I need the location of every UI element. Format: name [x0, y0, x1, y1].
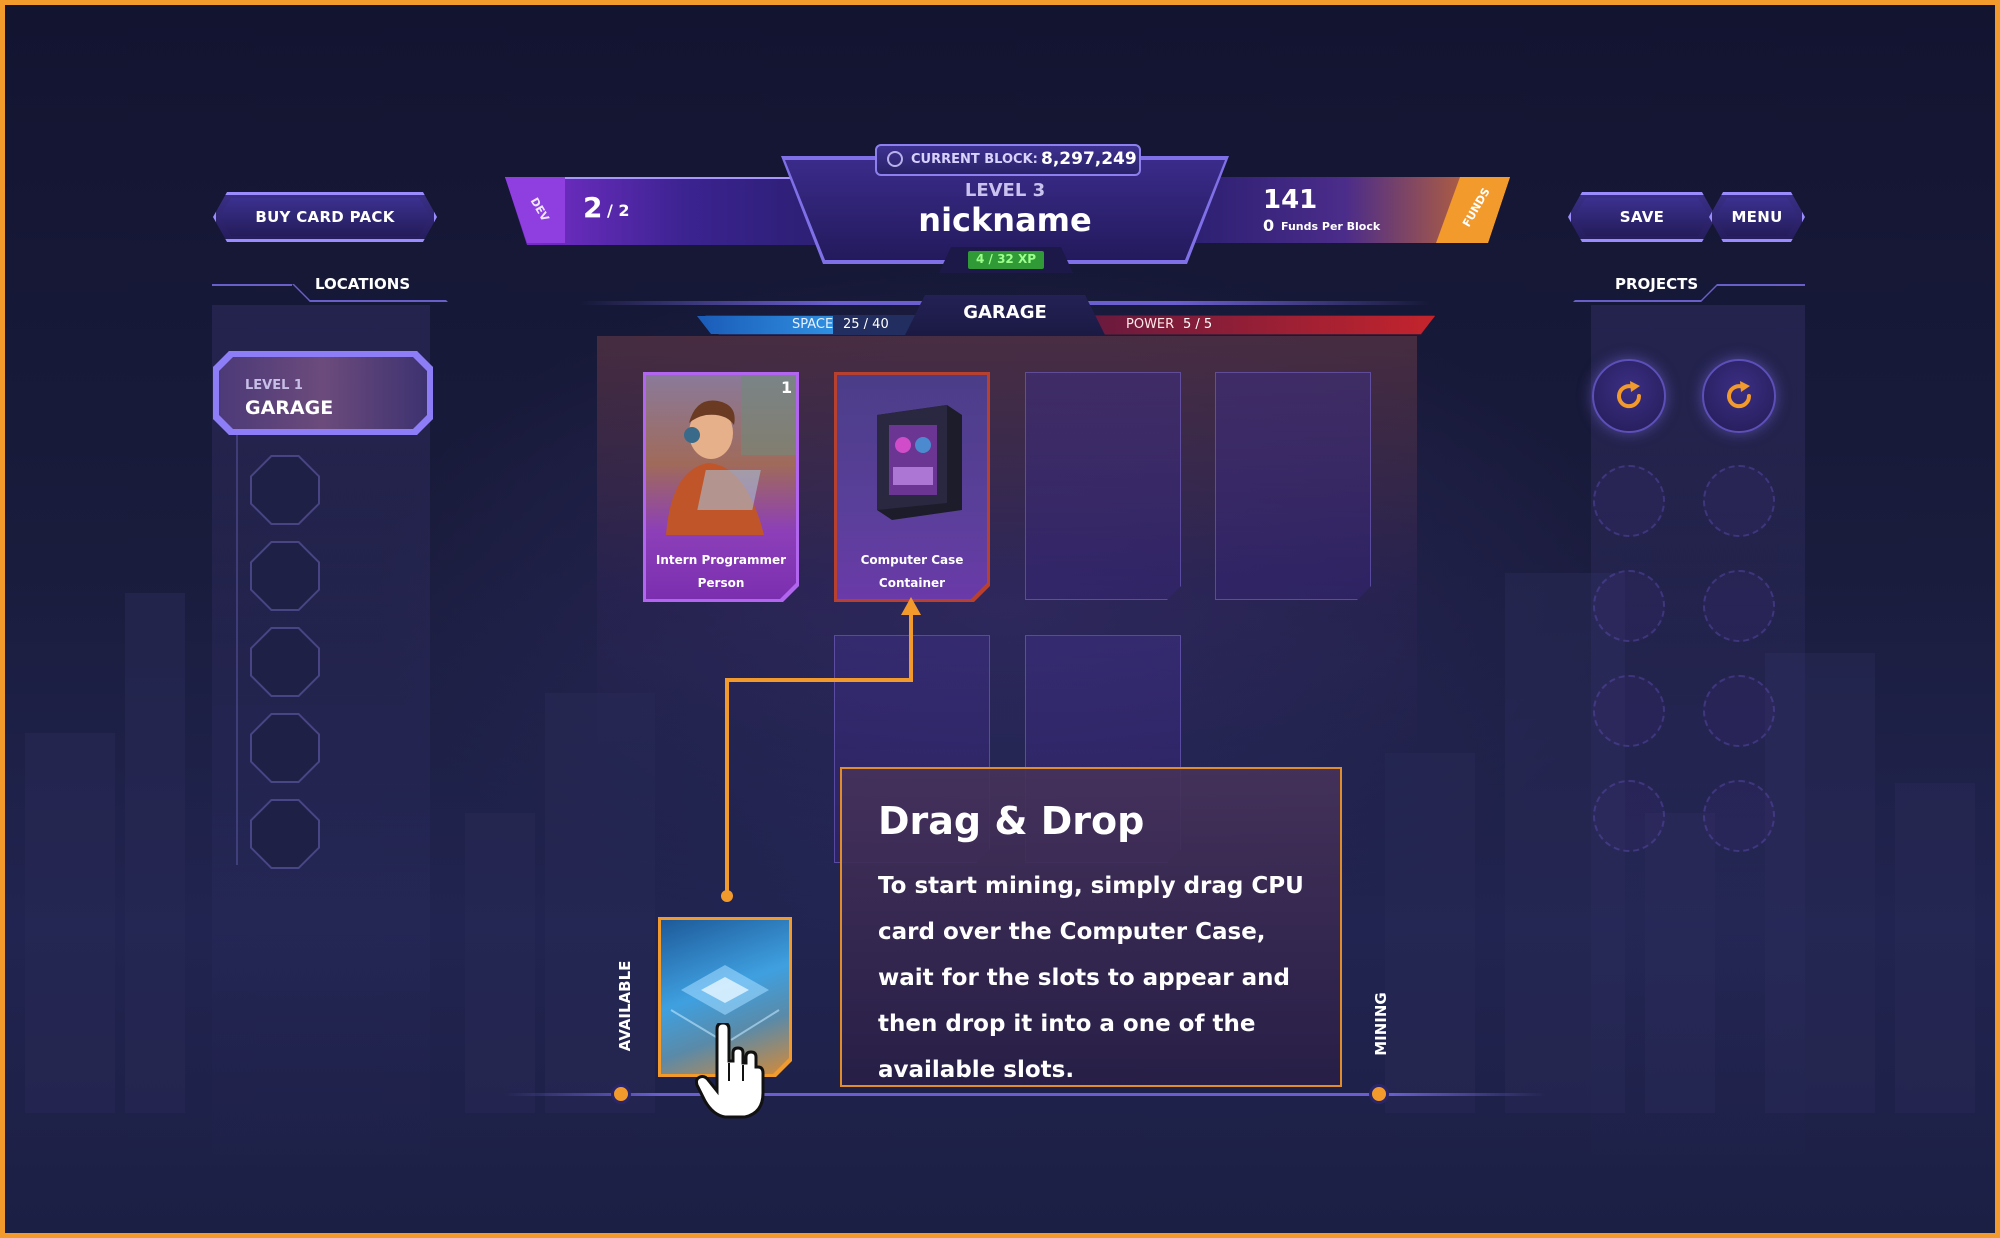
- refresh-icon: [1617, 381, 1642, 409]
- programmer-illustration: [646, 375, 796, 535]
- space-label: SPACE: [792, 317, 834, 332]
- buy-card-pack-label: BUY CARD PACK: [255, 208, 395, 226]
- location-name: GARAGE: [245, 397, 334, 419]
- menu-label: MENU: [1731, 208, 1783, 226]
- mining-label: MINING: [1372, 992, 1390, 1056]
- block-icon: [887, 151, 903, 167]
- card-intern-name: Intern Programmer: [655, 553, 787, 567]
- mining-marker: [1369, 1084, 1389, 1104]
- save-button[interactable]: SAVE: [1568, 192, 1716, 242]
- funds-value: 141: [1263, 185, 1318, 215]
- power-value: 5 / 5: [1183, 317, 1213, 332]
- xp-text: 4 / 32 XP: [975, 252, 1036, 266]
- card-slot[interactable]: [1215, 372, 1371, 600]
- locations-title: LOCATIONS: [315, 275, 411, 293]
- refresh-icon: [1727, 381, 1752, 409]
- project-slot: [1593, 675, 1665, 747]
- available-marker: [611, 1084, 631, 1104]
- card-count: 1: [781, 378, 793, 397]
- project-slot: [1593, 465, 1665, 537]
- location-slot-4: [252, 715, 318, 781]
- project-slot: [1703, 465, 1775, 537]
- card-slot[interactable]: [1025, 372, 1181, 600]
- game-screen: BUY CARD PACK SAVE MENU DEV 2 / 2 FUNDS …: [0, 0, 2000, 1238]
- project-refresh-button-2[interactable]: [1702, 359, 1776, 433]
- tutorial-title: Drag & Drop: [878, 799, 1145, 843]
- project-slot: [1703, 570, 1775, 642]
- project-slot: [1593, 570, 1665, 642]
- project-slot: [1593, 780, 1665, 852]
- location-slot-5: [252, 801, 318, 867]
- location-level: LEVEL 1: [245, 378, 303, 393]
- funds-per-block-label: Funds Per Block: [1281, 220, 1381, 233]
- tutorial-body: To start mining, simply drag CPU card ov…: [878, 873, 1304, 1083]
- tutorial-tooltip: Drag & Drop To start mining, simply drag…: [840, 767, 1342, 1087]
- project-slot: [1703, 780, 1775, 852]
- dev-total: / 2: [607, 201, 630, 220]
- project-slot: [1703, 675, 1775, 747]
- level-label: LEVEL 3: [964, 180, 1046, 201]
- projects-title: PROJECTS: [1615, 275, 1699, 293]
- current-block-label: CURRENT BLOCK:: [911, 152, 1038, 167]
- save-label: SAVE: [1619, 208, 1665, 226]
- location-slot-3: [252, 629, 318, 695]
- card-intern-type: Person: [697, 576, 745, 590]
- hand-rule: [505, 1093, 1545, 1096]
- card-case-type: Container: [878, 576, 946, 590]
- location-slot-2: [252, 543, 318, 609]
- current-block-value: 8,297,249: [1041, 149, 1137, 169]
- projects-rule: [1717, 284, 1805, 286]
- computer-case-illustration: [837, 375, 987, 535]
- hand-cursor-icon: [695, 1023, 765, 1119]
- power-label: POWER: [1126, 317, 1175, 332]
- project-refresh-button-1[interactable]: [1592, 359, 1666, 433]
- locations-track: [236, 435, 238, 865]
- menu-button[interactable]: MENU: [1709, 192, 1805, 242]
- nickname: nickname: [918, 201, 1092, 239]
- available-label: AVAILABLE: [616, 960, 634, 1052]
- card-case-name: Computer Case: [860, 553, 964, 567]
- garage-title: GARAGE: [963, 302, 1047, 323]
- buy-card-pack-button[interactable]: BUY CARD PACK: [213, 192, 437, 242]
- funds-per-block-value: 0: [1263, 216, 1275, 235]
- space-value: 25 / 40: [843, 317, 889, 332]
- locations-rule: [212, 284, 292, 286]
- dev-count: 2: [583, 191, 603, 224]
